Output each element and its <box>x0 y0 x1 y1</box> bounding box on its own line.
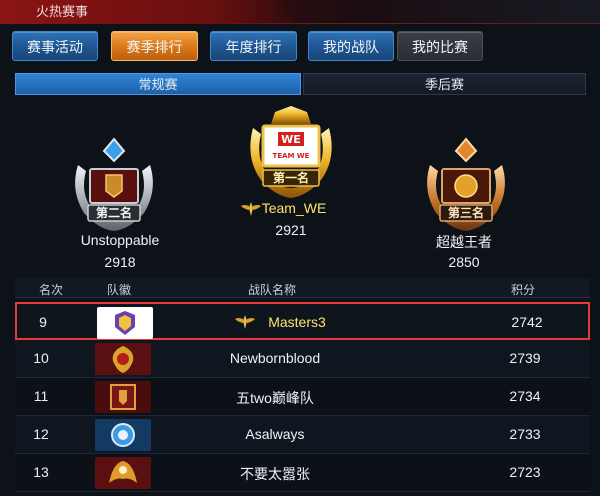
svg-text:WE: WE <box>281 133 301 146</box>
row-rank: 12 <box>33 426 49 442</box>
table-row[interactable]: 11 五two巅峰队 2734 <box>15 378 590 416</box>
row-rank: 13 <box>33 464 49 480</box>
svg-text:第一名: 第一名 <box>273 170 309 185</box>
row-score: 2742 <box>511 314 543 330</box>
gold-medal-icon: WE TEAM WE 第一名 <box>250 106 332 198</box>
table-header: 名次 队徽 战队名称 积分 <box>15 278 590 298</box>
second-place-name: Unstoppable <box>80 232 160 248</box>
row-rank: 11 <box>33 388 49 404</box>
svg-text:第三名: 第三名 <box>448 205 484 220</box>
podium: 第二名 Unstoppable 2918 WE TEAM WE 第一名 Team… <box>0 0 600 276</box>
table-row[interactable]: 10 Newbornblood 2739 <box>15 340 590 378</box>
row-score: 2723 <box>509 464 541 480</box>
table-row[interactable]: 9 Masters3 2742 <box>15 302 590 340</box>
third-place-score: 2850 <box>448 254 480 270</box>
svg-text:第二名: 第二名 <box>96 205 132 220</box>
silver-medal-icon: 第二名 <box>75 137 153 231</box>
team-logo-icon <box>97 307 153 339</box>
header-rank: 名次 <box>39 283 64 297</box>
header-badge: 队徽 <box>107 283 132 297</box>
first-place-name: Team_WE <box>261 200 327 216</box>
table-row[interactable]: 12 Asalways 2733 <box>15 416 590 454</box>
row-rank: 10 <box>33 350 49 366</box>
row-team-name: 五two巅峰队 <box>236 390 314 406</box>
table-row[interactable]: 13 不要太嚣张 2723 <box>15 454 590 492</box>
team-logo-icon <box>95 381 151 413</box>
row-score: 2734 <box>509 388 541 404</box>
third-place-name: 超越王者 <box>436 234 492 250</box>
header-team-name: 战队名称 <box>248 283 297 297</box>
bronze-medal-icon: 第三名 <box>427 137 505 231</box>
team-logo-icon <box>95 343 151 375</box>
row-score: 2739 <box>509 350 541 366</box>
second-place-score: 2918 <box>104 254 136 270</box>
first-place-score: 2921 <box>275 222 307 238</box>
svg-text:TEAM WE: TEAM WE <box>273 152 310 160</box>
row-score: 2733 <box>509 426 541 442</box>
row-team-name: Asalways <box>245 426 305 442</box>
header-score: 积分 <box>511 283 536 297</box>
team-logo-icon <box>95 419 151 451</box>
row-team-name: Masters3 <box>268 314 326 330</box>
ranking-table: 名次 队徽 战队名称 积分 9 Masters3 2742 10 Newborn… <box>15 278 590 496</box>
row-team-name: 不要太嚣张 <box>240 466 310 482</box>
row-rank: 9 <box>39 314 47 330</box>
row-team-name: Newbornblood <box>229 350 321 366</box>
team-logo-icon <box>95 457 151 489</box>
